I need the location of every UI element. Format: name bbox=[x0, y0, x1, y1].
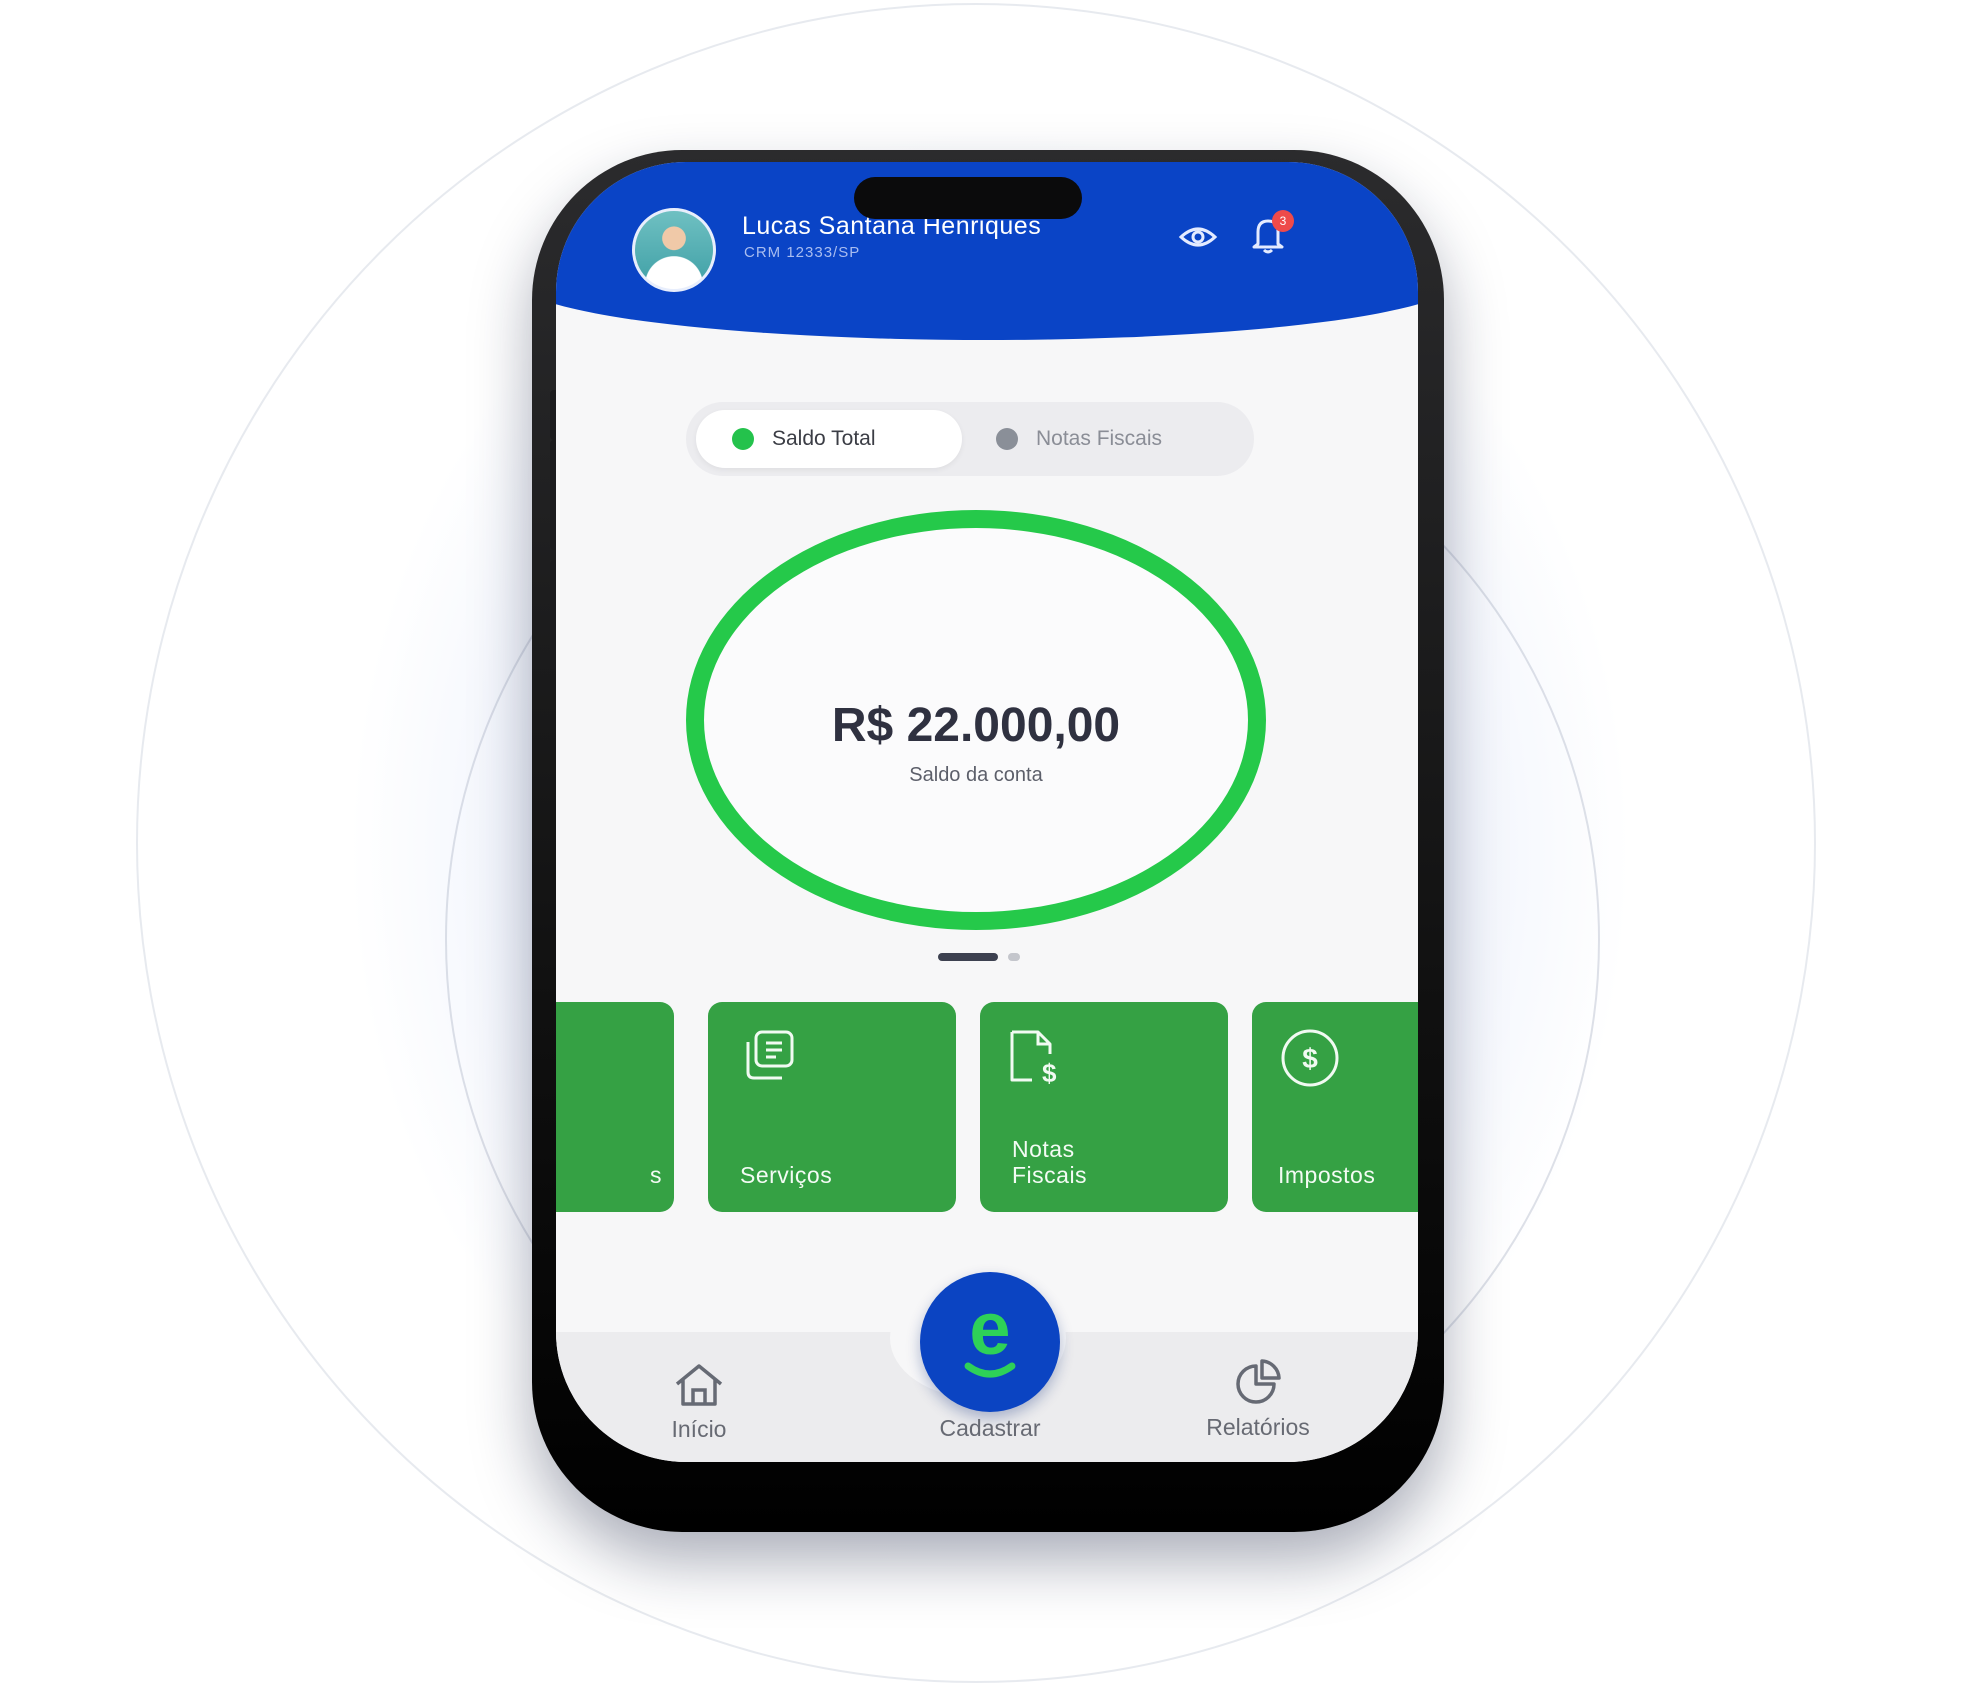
pie-chart-icon bbox=[1236, 1359, 1281, 1404]
notification-badge: 3 bbox=[1272, 210, 1294, 232]
carousel-dot-active[interactable] bbox=[938, 953, 998, 961]
status-dot-green bbox=[732, 428, 754, 450]
nav-item-label: Início bbox=[671, 1416, 727, 1442]
nav-item-label: Relatórios bbox=[1206, 1414, 1310, 1440]
nav-item-relatorios[interactable]: Relatórios bbox=[1178, 1358, 1338, 1441]
home-icon bbox=[675, 1364, 723, 1406]
avatar[interactable] bbox=[632, 208, 716, 292]
shortcut-card-notas-fiscais[interactable]: $ Notas Fiscais bbox=[980, 1002, 1228, 1212]
eye-icon[interactable] bbox=[1178, 224, 1218, 255]
toggle-option-label: Saldo Total bbox=[772, 427, 876, 450]
svg-text:$: $ bbox=[1042, 1058, 1057, 1088]
invoice-dollar-icon: $ bbox=[1006, 1028, 1066, 1093]
toggle-saldo-total[interactable]: Saldo Total bbox=[696, 410, 962, 468]
shortcut-card-impostos[interactable]: $ Impostos bbox=[1252, 1002, 1418, 1212]
card-label: s bbox=[650, 1162, 662, 1188]
carousel-dot[interactable] bbox=[1008, 953, 1020, 961]
card-label: Impostos bbox=[1278, 1162, 1376, 1188]
nav-item-cadastrar[interactable]: Cadastrar bbox=[910, 1415, 1070, 1442]
dollar-circle-icon: $ bbox=[1278, 1026, 1342, 1095]
balance-ring: R$ 22.000,00 Saldo da conta bbox=[686, 510, 1266, 930]
shortcut-card-servicos[interactable]: Serviços bbox=[708, 1002, 956, 1212]
card-label: Notas Fiscais bbox=[1012, 1136, 1088, 1188]
cadastrar-fab-button[interactable]: e bbox=[920, 1272, 1060, 1412]
balance-toggle: Saldo Total Notas Fiscais bbox=[686, 402, 1254, 476]
toggle-notas-fiscais[interactable]: Notas Fiscais bbox=[972, 410, 1242, 468]
nav-item-label: Cadastrar bbox=[939, 1415, 1041, 1441]
documents-icon bbox=[738, 1028, 802, 1089]
toggle-option-label: Notas Fiscais bbox=[1036, 427, 1163, 450]
brand-e-icon: e bbox=[964, 1287, 1016, 1378]
nav-item-inicio[interactable]: Início bbox=[634, 1362, 764, 1443]
balance-value: R$ 22.000,00 bbox=[831, 699, 1121, 752]
user-crm: CRM 12333/SP bbox=[744, 244, 861, 261]
status-dot-gray bbox=[996, 428, 1018, 450]
card-label: Serviços bbox=[740, 1162, 833, 1188]
phone-screen: Lucas Santana Henriques CRM 12333/SP 3 S… bbox=[556, 162, 1418, 1462]
dynamic-island bbox=[854, 177, 1082, 219]
balance-label: Saldo da conta bbox=[909, 764, 1043, 786]
svg-text:$: $ bbox=[1302, 1043, 1318, 1074]
svg-text:e: e bbox=[969, 1287, 1010, 1370]
shortcut-card-partial[interactable]: s bbox=[556, 1002, 674, 1212]
